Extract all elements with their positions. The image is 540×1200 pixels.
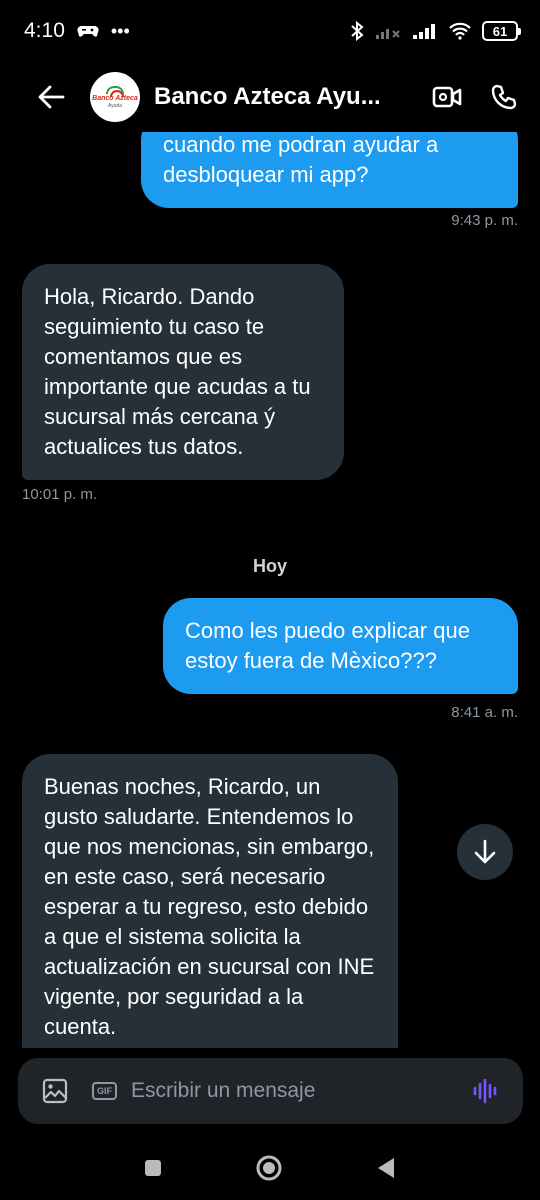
avatar[interactable]: Banco Azteca Ayuda [90,72,140,122]
message-time: 10:01 p. m. [22,486,98,503]
recent-apps-icon[interactable] [143,1158,163,1178]
back-arrow-icon[interactable] [26,85,76,109]
phone-call-icon[interactable] [490,83,518,111]
message-text: Como les puedo explicar que estoy fuera … [185,618,470,673]
system-navigation-bar [0,1136,540,1200]
message-bubble-incoming[interactable]: Buenas noches, Ricardo, un gusto saludar… [22,754,398,1048]
bluetooth-icon [351,21,364,41]
status-bar: 4:10 ••• 61 [0,0,540,62]
battery-level: 61 [492,23,508,39]
home-icon[interactable] [255,1154,283,1182]
message-text: Hola, Ricardo. Dando seguimiento tu caso… [44,284,311,459]
image-icon[interactable] [40,1076,70,1106]
message-list[interactable]: cuando me podran ayudar a desbloquear mi… [0,132,540,1048]
more-dots-icon: ••• [110,20,130,41]
message-bubble-outgoing[interactable]: cuando me podran ayudar a desbloquear mi… [141,132,518,208]
conversation-header: Banco Azteca Ayuda Banco Azteca Ayu... [0,62,540,132]
message-input[interactable] [131,1079,471,1103]
signal-icon [413,24,435,39]
gif-button[interactable]: GIF [92,1082,117,1100]
message-text: cuando me podran ayudar a desbloquear mi… [163,132,439,187]
message-composer: GIF [18,1058,523,1124]
scroll-to-bottom-button[interactable] [457,824,513,880]
battery-icon: 61 [482,21,521,41]
game-controller-icon [77,26,99,37]
back-triangle-icon[interactable] [375,1156,397,1180]
avatar-logo-sub: Ayuda [107,102,123,109]
message-time: 9:43 p. m. [451,212,518,229]
signal-off-icon [376,29,400,39]
message-bubble-incoming[interactable]: Hola, Ricardo. Dando seguimiento tu caso… [22,264,344,480]
status-time: 4:10 [24,19,65,42]
message-bubble-outgoing[interactable]: Como les puedo explicar que estoy fuera … [163,598,518,694]
conversation-title[interactable]: Banco Azteca Ayu... [154,83,432,111]
message-text: Buenas noches, Ricardo, un gusto saludar… [44,774,375,1039]
video-call-icon[interactable] [432,85,462,109]
wifi-icon [449,22,471,40]
day-separator: Hoy [252,556,287,576]
message-time: 8:41 a. m. [451,704,518,721]
logo-arc-icon [106,85,124,97]
arrow-down-icon [474,839,496,864]
voice-message-icon[interactable] [471,1076,501,1106]
